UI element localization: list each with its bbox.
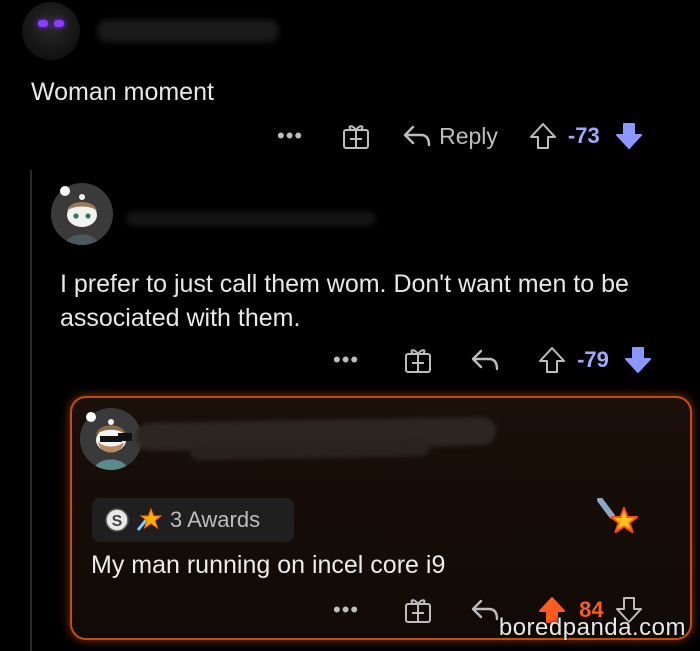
gift-award-icon[interactable] xyxy=(403,595,433,625)
avatar[interactable] xyxy=(22,2,80,60)
upvote-icon[interactable] xyxy=(528,121,558,151)
reply-icon[interactable] xyxy=(469,595,501,625)
avatar-eye xyxy=(54,20,64,27)
star-award-icon xyxy=(597,498,638,533)
more-icon[interactable]: ••• xyxy=(277,125,303,147)
upvote-icon[interactable] xyxy=(537,345,567,375)
redacted-username xyxy=(98,20,278,42)
reply-icon[interactable] xyxy=(401,121,433,151)
downvote-icon[interactable] xyxy=(623,345,653,375)
downvote-icon[interactable] xyxy=(614,121,644,151)
more-icon[interactable]: ••• xyxy=(333,349,359,371)
comment-actions: ••• Reply -73 xyxy=(277,118,644,154)
reply-button[interactable]: Reply xyxy=(439,123,498,150)
gift-award-icon[interactable] xyxy=(403,345,433,375)
silver-award-icon: S xyxy=(105,508,129,532)
comment-body: Woman moment xyxy=(31,78,214,106)
more-icon[interactable]: ••• xyxy=(333,599,359,621)
vote-score: -79 xyxy=(577,347,609,372)
awards-pill[interactable]: S 3 Awards xyxy=(92,498,294,542)
starstruck-award-icon xyxy=(136,507,162,531)
thread-line[interactable] xyxy=(30,170,32,651)
online-dot xyxy=(60,186,70,196)
gift-award-icon[interactable] xyxy=(341,121,371,151)
redacted-username xyxy=(126,212,376,226)
comment-actions: ••• -79 xyxy=(333,342,653,378)
vote-score: -73 xyxy=(567,123,600,148)
watermark: boredpanda.com xyxy=(498,614,686,641)
svg-text:S: S xyxy=(112,513,123,530)
comment-body: I prefer to just call them wom. Don't wa… xyxy=(60,270,629,332)
awards-count: 3 Awards xyxy=(170,507,261,532)
avatar-eye xyxy=(38,20,48,27)
online-dot xyxy=(86,412,96,422)
reply-icon[interactable] xyxy=(469,345,501,375)
comment-body: My man running on incel core i9 xyxy=(91,551,446,579)
